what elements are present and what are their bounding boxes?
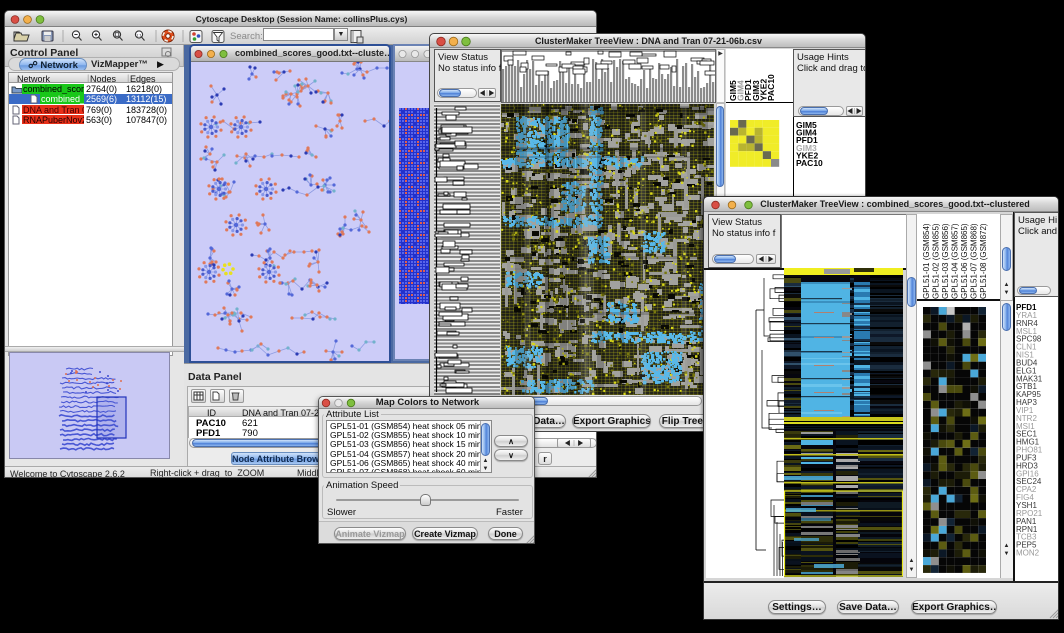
svg-text:1:1: 1:1 <box>136 32 142 37</box>
svg-text:Search:: Search: <box>230 31 263 42</box>
svg-text:PAC10: PAC10 <box>766 74 776 101</box>
svg-text:PAC10: PAC10 <box>796 158 823 168</box>
